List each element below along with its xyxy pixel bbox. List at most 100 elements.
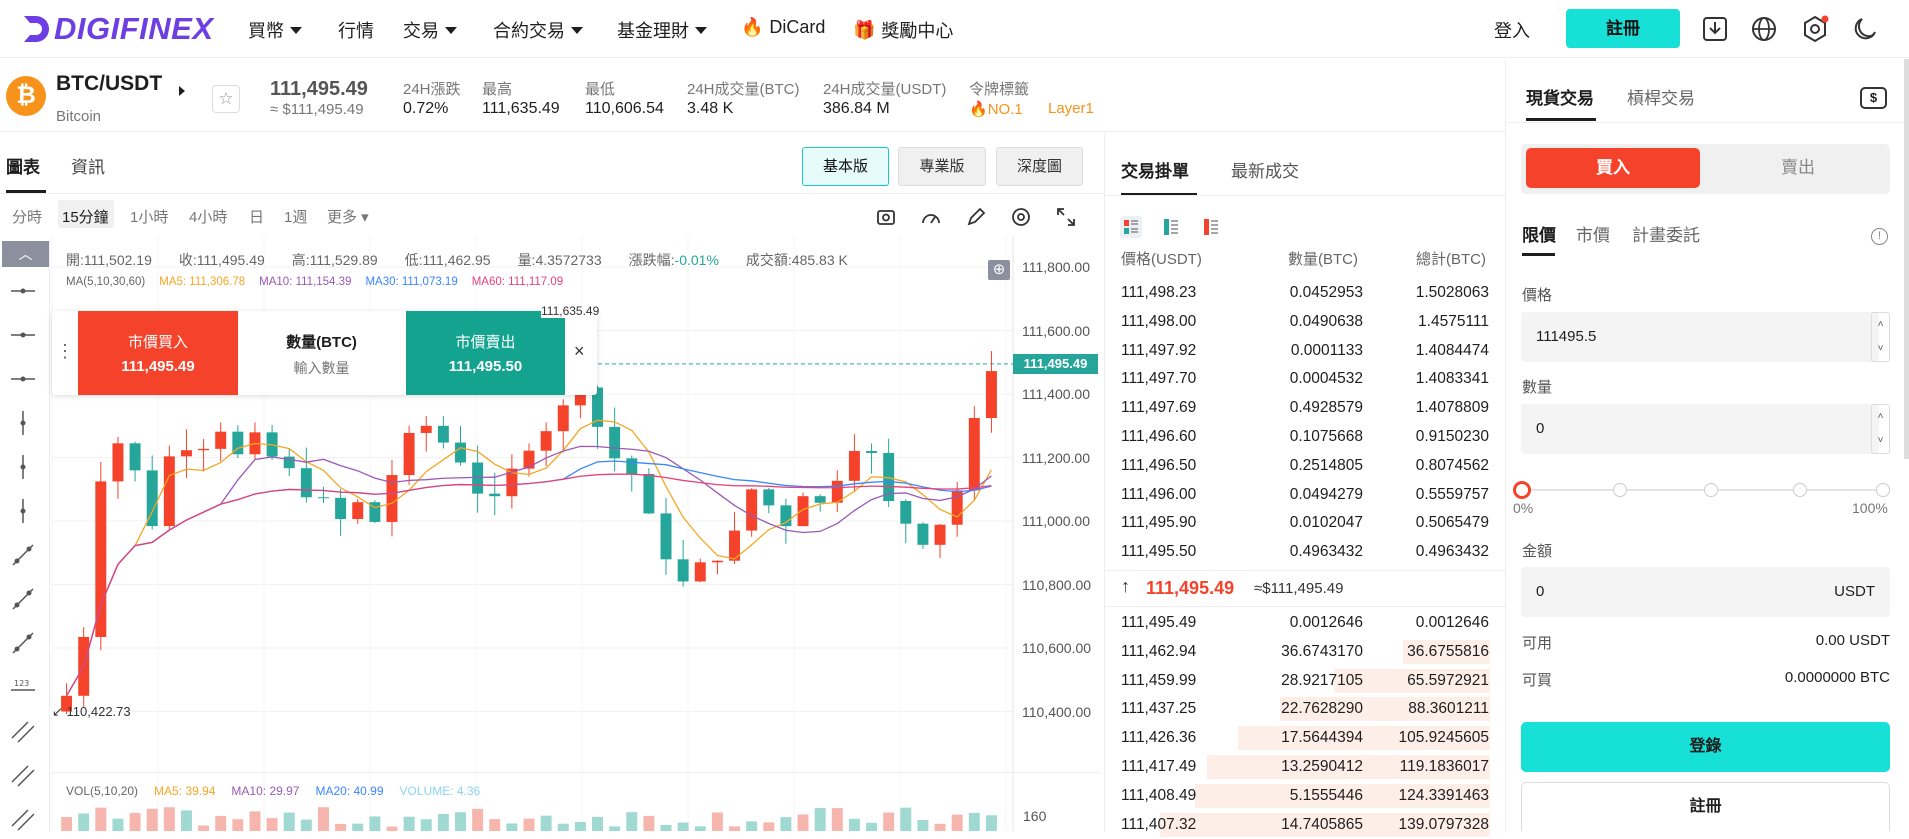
horizontal-ray-icon[interactable] [8,320,38,350]
screenshot-icon[interactable] [876,206,898,228]
settings-icon[interactable] [1801,15,1829,43]
slider-mark[interactable] [1613,483,1627,497]
slider-mark[interactable] [1793,483,1807,497]
order-row[interactable]: 111,496.50 0.2514805 0.8074562 [1104,452,1505,480]
nav-trade[interactable]: 交易 [403,17,457,43]
price-stepper[interactable]: ˄ ˅ [1871,312,1890,362]
trend-line-icon[interactable] [8,540,38,570]
tab-margin[interactable]: 槓桿交易 [1627,84,1695,109]
price-input[interactable]: 111495.5 [1521,312,1879,362]
slider-mark[interactable] [1876,483,1890,497]
order-row[interactable]: 111,497.70 0.0004532 1.4083341 [1104,365,1505,393]
globe-icon[interactable] [1750,15,1778,43]
quick-qty-field[interactable]: 數量(BTC) 輸入數量 [238,311,405,395]
pair-name[interactable]: BTC/USDT [56,72,162,96]
depth-chart-button[interactable]: 深度圖 [996,147,1083,186]
nav-finance[interactable]: 基金理財 [617,17,707,43]
market-sell-button[interactable]: 市價賣出 111,495.50 [406,311,565,395]
slider-handle[interactable] [1513,481,1531,499]
tf-4h[interactable]: 4小時 [189,206,227,227]
login-button[interactable]: 登錄 [1521,722,1890,772]
star-icon[interactable]: ☆ [212,85,240,113]
buy-tab-button[interactable]: 買入 [1526,148,1700,188]
order-row[interactable]: 111,407.32 14.7405865 139.0797328 [1104,811,1505,839]
pencil-icon[interactable] [965,206,987,228]
amount-input[interactable]: 0 USDT [1521,567,1890,617]
order-row[interactable]: 111,498.00 0.0490638 1.4575111 [1104,308,1505,336]
label-123-icon[interactable]: 123 [8,672,38,702]
tf-line[interactable]: 分時 [12,206,42,227]
order-row[interactable]: 111,498.23 0.0452953 1.5028063 [1104,279,1505,307]
order-row[interactable]: 111,496.60 0.1075668 0.9150230 [1104,423,1505,451]
fib-icon[interactable] [8,804,38,834]
nav-buy-crypto[interactable]: 買幣 [248,17,302,43]
indicator-icon[interactable] [920,206,942,228]
order-type-plan[interactable]: 計畫委託 [1632,221,1700,246]
add-indicator-icon[interactable]: ⊕ [988,260,1010,280]
parallel-channel-icon[interactable] [8,716,38,746]
market-buy-button[interactable]: 市價買入 111,495.49 [78,311,238,395]
login-link[interactable]: 登入 [1494,17,1530,43]
vertical-line-icon[interactable] [8,408,38,438]
fork-icon[interactable] [8,760,38,790]
book-asks-icon[interactable] [1199,215,1223,239]
register-button[interactable]: 註冊 [1566,9,1680,48]
nav-markets[interactable]: 行情 [338,17,374,43]
info-icon[interactable]: ! [1871,228,1888,245]
download-icon[interactable] [1701,15,1729,43]
sell-tab-button[interactable]: 賣出 [1711,148,1885,188]
moon-icon[interactable] [1851,15,1879,43]
order-row[interactable]: 111,426.36 17.5644394 105.9245605 [1104,724,1505,752]
extended-line-icon[interactable] [8,628,38,658]
nav-futures[interactable]: 合約交易 [493,17,583,43]
caret-right-icon[interactable] [179,86,185,96]
basic-version-button[interactable]: 基本版 [802,147,889,186]
tf-more[interactable]: 更多 ▾ [327,206,369,227]
collapse-toolbar-icon[interactable]: ︿ [2,241,49,267]
tf-1d[interactable]: 日 [249,206,264,227]
qty-input[interactable]: 0 [1521,404,1879,454]
fullscreen-icon[interactable] [1055,206,1077,228]
order-type-limit[interactable]: 限價 [1522,221,1556,246]
pro-version-button[interactable]: 專業版 [898,147,986,186]
nav-rewards[interactable]: 🎁 獎勵中心 [853,17,953,43]
tf-15m[interactable]: 15分鐘 [62,206,109,227]
tab-spot[interactable]: 現貨交易 [1526,84,1594,109]
ray-line-icon[interactable] [8,584,38,614]
order-row[interactable]: 111,495.90 0.0102047 0.5065479 [1104,509,1505,537]
tab-recent-trades[interactable]: 最新成交 [1231,157,1299,182]
slider-mark[interactable] [1704,483,1718,497]
order-row[interactable]: 111,417.49 13.2590412 119.1836017 [1104,753,1505,781]
order-row[interactable]: 111,437.25 22.7628290 88.3601211 [1104,695,1505,723]
chart-settings-icon[interactable] [1010,206,1032,228]
logo[interactable]: DIGIFINEX [20,11,214,46]
nav-label: 合約交易 [493,21,565,41]
order-row[interactable]: 111,495.50 0.4963432 0.4963432 [1104,538,1505,566]
qty-stepper[interactable]: ˄ ˅ [1871,404,1890,454]
book-both-icon[interactable] [1119,215,1143,239]
tab-info[interactable]: 資訊 [71,153,105,178]
segment-icon[interactable] [8,364,38,394]
order-type-market[interactable]: 市價 [1576,221,1610,246]
tab-order-book[interactable]: 交易掛單 [1121,157,1189,182]
stat-value: 111,635.49 [482,100,560,117]
vertical-ray-icon[interactable] [8,452,38,482]
tf-1h[interactable]: 1小時 [130,206,168,227]
order-row[interactable]: 111,495.49 0.0012646 0.0012646 [1104,609,1505,637]
order-row[interactable]: 111,497.69 0.4928579 1.4078809 [1104,394,1505,422]
scrollbar[interactable] [1904,59,1909,459]
book-bids-icon[interactable] [1159,215,1183,239]
register-link-button[interactable]: 註冊 [1521,782,1890,831]
vertical-segment-icon[interactable] [8,496,38,526]
tab-chart[interactable]: 圖表 [6,153,40,178]
transfer-icon[interactable]: $ [1860,87,1887,109]
horizontal-line-icon[interactable] [8,276,38,306]
order-row[interactable]: 111,462.94 36.6743170 36.6755816 [1104,638,1505,666]
tf-1w[interactable]: 1週 [284,206,307,227]
order-row[interactable]: 111,497.92 0.0001133 1.4084474 [1104,337,1505,365]
nav-dicard[interactable]: 🔥 DiCard [741,17,825,38]
order-row[interactable]: 111,496.00 0.0494279 0.5559757 [1104,481,1505,509]
close-icon[interactable]: × [574,341,585,362]
order-row[interactable]: 111,459.99 28.9217105 65.5972921 [1104,667,1505,695]
order-row[interactable]: 111,408.49 5.1555446 124.3391463 [1104,782,1505,810]
